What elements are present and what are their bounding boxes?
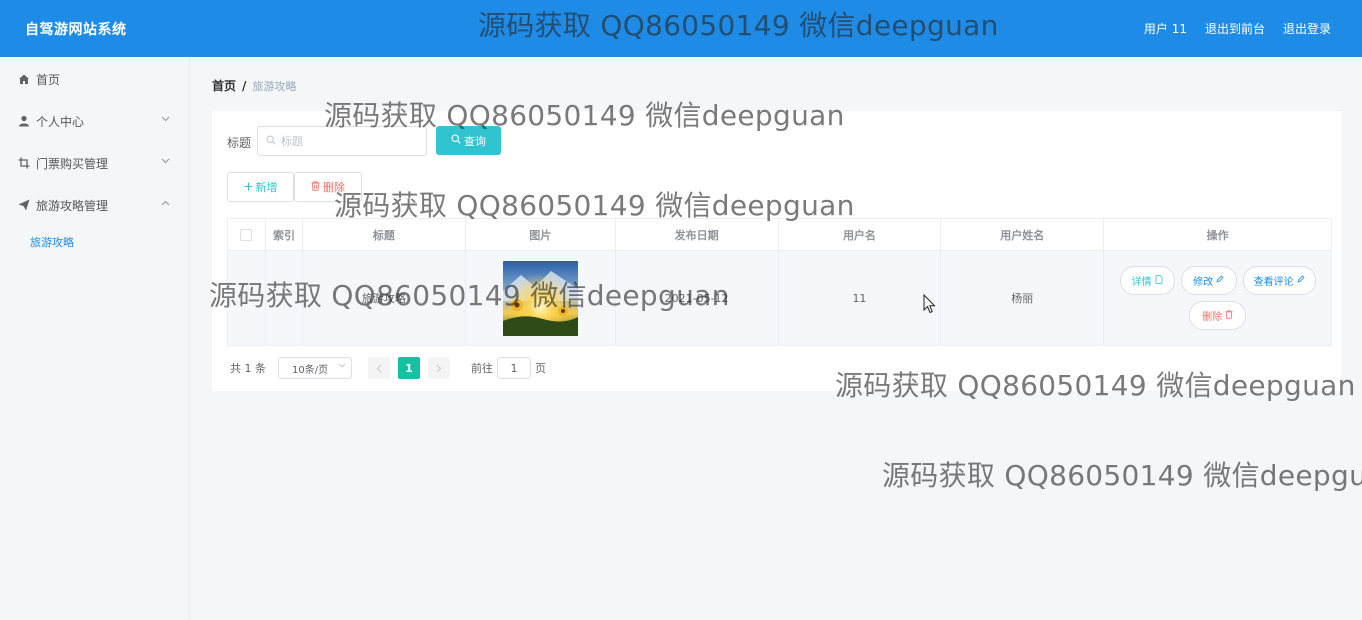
sidebar-item-label: 门票购买管理	[36, 156, 109, 171]
sidebar-subitem-travel-guide[interactable]: 旅游攻略	[0, 226, 188, 258]
breadcrumb: 首页 / 旅游攻略	[212, 77, 296, 94]
search-icon	[451, 134, 461, 147]
edit-button-label: 修改	[1193, 277, 1214, 288]
page-unit-label: 页	[535, 362, 546, 375]
page-size-value: 10条/页	[292, 364, 329, 376]
search-icon	[266, 134, 276, 148]
goto-label: 前往	[471, 362, 493, 375]
title-cell: 旅游攻略	[303, 251, 466, 345]
column-header: 发布日期	[616, 219, 779, 250]
guide-thumbnail[interactable]	[502, 260, 578, 336]
goto-page-input[interactable]: 1	[497, 357, 531, 379]
top-header: 自驾游网站系统 用户 11 退出到前台 退出登录	[0, 0, 1362, 57]
sidebar: 首页 个人中心 门票购买管理 旅游攻略管理 旅游攻略	[0, 57, 191, 620]
breadcrumb-current: 旅游攻略	[252, 79, 297, 93]
column-header: 索引	[266, 219, 303, 250]
total-count: 共 1 条	[230, 362, 266, 375]
view-comments-button[interactable]: 查看评论	[1242, 266, 1316, 295]
sidebar-item-ticket-management[interactable]: 门票购买管理	[0, 142, 188, 184]
query-button[interactable]: 查询	[436, 126, 501, 155]
chevron-down-icon	[161, 156, 170, 167]
row-delete-button[interactable]: 删除	[1189, 301, 1247, 330]
search-placeholder: 标题	[281, 135, 303, 148]
chevron-down-icon	[338, 361, 346, 371]
batch-delete-button[interactable]: 删除	[294, 172, 362, 202]
username-cell: 11	[779, 251, 942, 345]
column-header: 图片	[466, 219, 616, 250]
crop-icon	[18, 157, 30, 169]
chevron-right-icon	[436, 364, 442, 372]
view-comments-label: 查看评论	[1253, 277, 1294, 288]
app-title: 自驾游网站系统	[25, 22, 127, 38]
sidebar-item-travel-guide-management[interactable]: 旅游攻略管理	[0, 184, 188, 226]
row-delete-label: 删除	[1202, 312, 1223, 323]
detail-button-label: 详情	[1131, 277, 1152, 288]
operations-cell: 详情 修改 查看评论 删除	[1104, 251, 1331, 345]
mouse-cursor-icon	[923, 294, 936, 314]
edit-icon	[1216, 275, 1224, 286]
delete-button-label: 删除	[323, 181, 345, 194]
header-links: 用户 11 退出到前台 退出登录	[1144, 20, 1331, 37]
breadcrumb-separator: /	[242, 78, 247, 93]
sidebar-item-personal-center[interactable]: 个人中心	[0, 100, 188, 142]
index-cell	[266, 251, 303, 345]
user-icon	[18, 115, 30, 127]
trash-icon	[311, 180, 320, 194]
trash-icon	[1225, 309, 1233, 322]
content-panel: 标题 标题 查询 新增 删除 索引 标题 图片 发布日期 用户名 用户姓名 操作…	[212, 111, 1341, 391]
prev-page-button[interactable]	[368, 357, 390, 379]
column-header: 操作	[1206, 228, 1229, 242]
sidebar-item-label: 个人中心	[36, 114, 85, 129]
exit-to-front-link[interactable]: 退出到前台	[1205, 20, 1265, 37]
fullname-cell: 杨丽	[941, 251, 1105, 345]
edit-button[interactable]: 修改	[1180, 266, 1237, 295]
column-header: 标题	[303, 219, 466, 250]
page-number-current[interactable]: 1	[398, 357, 420, 379]
table-row: 旅游攻略 2021-05-12 11 杨丽 详情 修改 查看评论 删除	[228, 251, 1331, 345]
document-icon	[1155, 274, 1163, 287]
home-icon	[18, 73, 30, 85]
add-button-label: 新增	[255, 181, 278, 194]
pagination: 共 1 条 10条/页 1 前往 1 页	[230, 357, 546, 379]
detail-button[interactable]: 详情	[1119, 266, 1175, 295]
plus-icon	[244, 181, 253, 194]
query-button-label: 查询	[464, 134, 486, 148]
date-cell: 2021-05-12	[616, 251, 779, 345]
image-cell	[466, 251, 616, 345]
paper-plane-icon	[18, 199, 30, 211]
main-content: 首页 / 旅游攻略 标题 标题 查询 新增 删除 索引 标题 图片 发布日期 用…	[194, 57, 1362, 620]
table-header-row: 索引 标题 图片 发布日期 用户名 用户姓名 操作	[228, 219, 1331, 251]
data-table: 索引 标题 图片 发布日期 用户名 用户姓名 操作 旅游攻略 2021-05-1…	[227, 218, 1332, 346]
row-actions: 详情 修改 查看评论 删除	[1113, 266, 1323, 330]
page-size-select[interactable]: 10条/页	[278, 357, 352, 379]
sidebar-item-label: 首页	[36, 72, 61, 87]
chevron-left-icon	[376, 364, 382, 372]
chevron-up-icon	[161, 198, 170, 209]
column-header: 用户名	[779, 219, 942, 250]
chevron-down-icon	[161, 114, 170, 125]
current-user-label[interactable]: 用户 11	[1144, 20, 1187, 37]
breadcrumb-home[interactable]: 首页	[212, 77, 236, 94]
logout-link[interactable]: 退出登录	[1283, 20, 1331, 37]
sidebar-item-label: 旅游攻略管理	[36, 198, 109, 213]
search-title-input[interactable]: 标题	[257, 126, 427, 156]
edit-icon	[1297, 275, 1305, 286]
sidebar-item-home[interactable]: 首页	[0, 58, 188, 100]
add-button[interactable]: 新增	[227, 172, 294, 202]
select-all-cell	[228, 219, 266, 250]
row-select-cell	[228, 251, 266, 345]
next-page-button[interactable]	[428, 357, 450, 379]
search-title-label: 标题	[227, 136, 252, 150]
select-all-checkbox[interactable]	[240, 228, 253, 241]
column-header: 用户姓名	[941, 219, 1105, 250]
